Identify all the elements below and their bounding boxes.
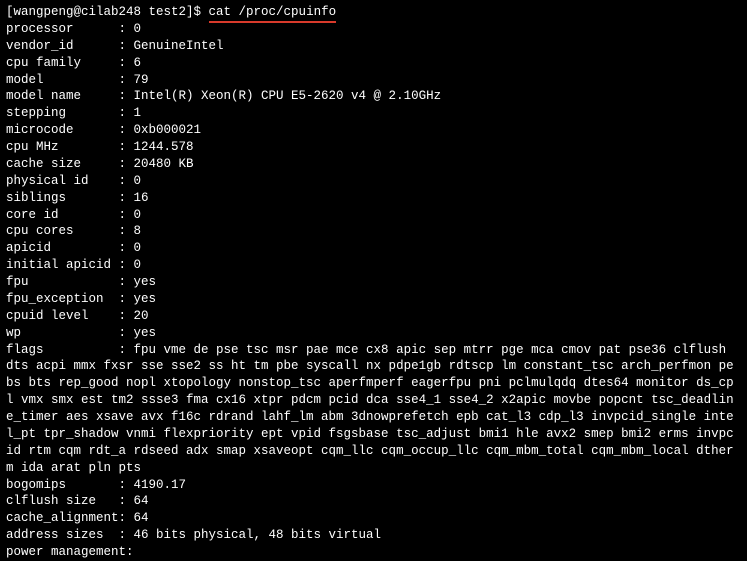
cpuinfo-row: stepping : 1: [6, 105, 741, 122]
cpuinfo-row: power management:: [6, 544, 741, 561]
cpuinfo-row: wp : yes: [6, 325, 741, 342]
cpuinfo-row: model : 79: [6, 72, 741, 89]
cpuinfo-row: address sizes : 46 bits physical, 48 bit…: [6, 527, 741, 544]
cpuinfo-row: apicid : 0: [6, 240, 741, 257]
cpuinfo-row: cpu cores : 8: [6, 223, 741, 240]
cpuinfo-row: cache_alignment: 64: [6, 510, 741, 527]
cpuinfo-row: cpu MHz : 1244.578: [6, 139, 741, 156]
cpuinfo-row: model name : Intel(R) Xeon(R) CPU E5-262…: [6, 88, 741, 105]
cpuinfo-row: initial apicid : 0: [6, 257, 741, 274]
shell-prompt: [wangpeng@cilab248 test2]$: [6, 5, 209, 19]
cpuinfo-row: vendor_id : GenuineIntel: [6, 38, 741, 55]
shell-prompt-line[interactable]: [wangpeng@cilab248 test2]$ cat /proc/cpu…: [6, 4, 741, 21]
cpuinfo-row: fpu_exception : yes: [6, 291, 741, 308]
cpuinfo-row: siblings : 16: [6, 190, 741, 207]
cpuinfo-row: bogomips : 4190.17: [6, 477, 741, 494]
cpuinfo-row: processor : 0: [6, 21, 741, 38]
shell-command: cat /proc/cpuinfo: [209, 4, 337, 21]
cpuinfo-row: cpuid level : 20: [6, 308, 741, 325]
command-output: processor : 0vendor_id : GenuineIntelcpu…: [6, 21, 741, 561]
cpuinfo-row: cpu family : 6: [6, 55, 741, 72]
cpuinfo-flags-row: flags : fpu vme de pse tsc msr pae mce c…: [6, 342, 741, 477]
cpuinfo-row: clflush size : 64: [6, 493, 741, 510]
cpuinfo-row: cache size : 20480 KB: [6, 156, 741, 173]
cpuinfo-row: fpu : yes: [6, 274, 741, 291]
cpuinfo-row: physical id : 0: [6, 173, 741, 190]
cpuinfo-row: core id : 0: [6, 207, 741, 224]
cpuinfo-row: microcode : 0xb000021: [6, 122, 741, 139]
